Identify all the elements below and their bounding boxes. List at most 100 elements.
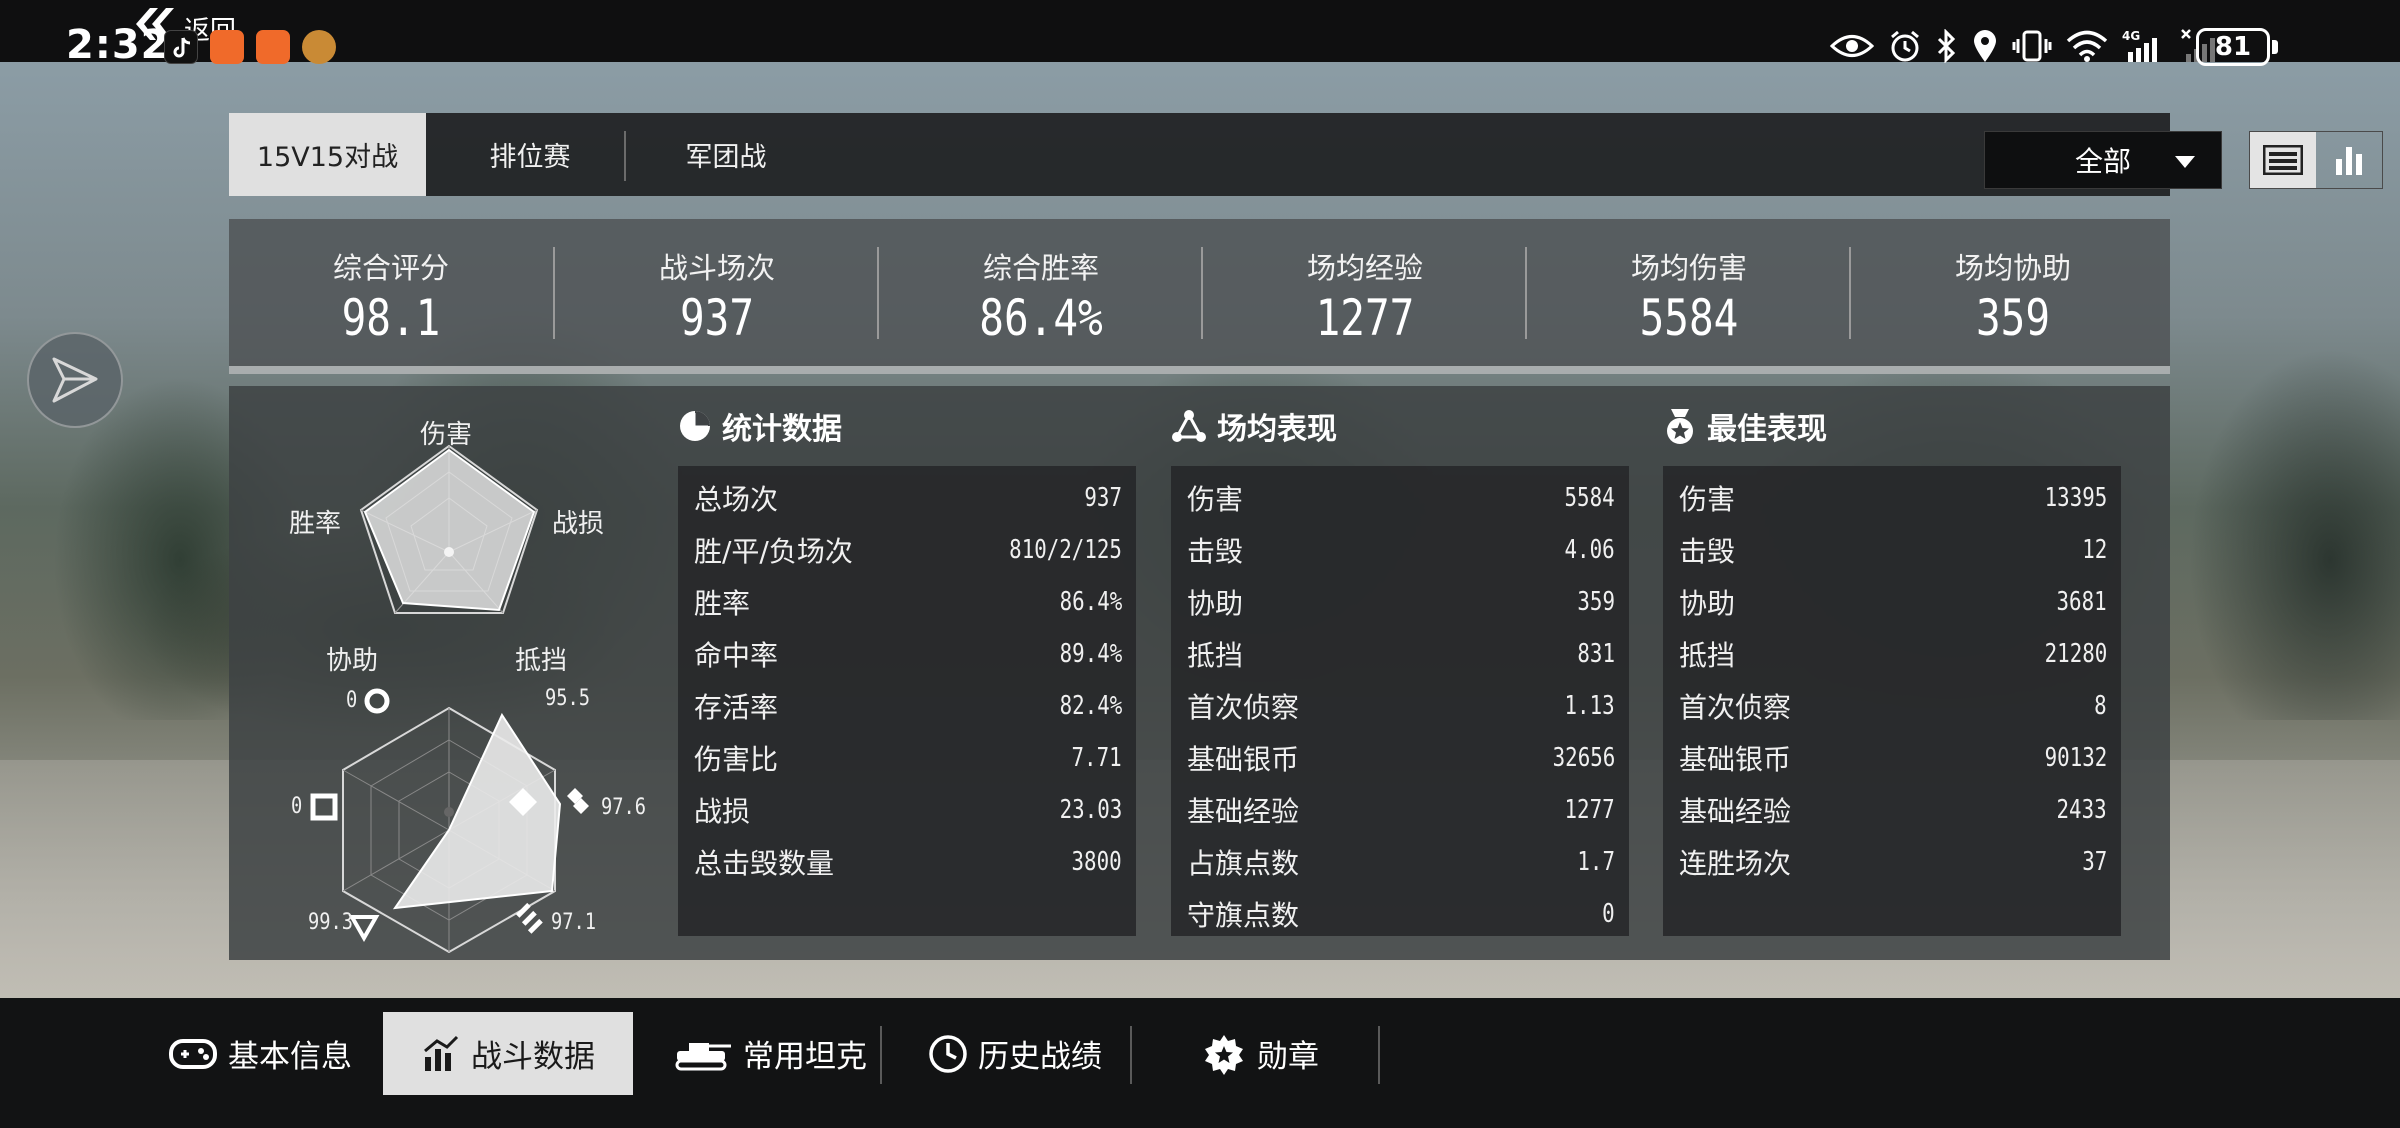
stat-name: 基础经验 (1187, 795, 1300, 828)
stat-name: 基础经验 (1679, 795, 1792, 828)
stat-value: 21280 (2044, 639, 2107, 669)
tab-legion[interactable]: 军团战 (626, 113, 826, 196)
nav-common-tanks[interactable]: 常用坦克 (660, 1012, 880, 1095)
list-item: 伤害 13395 (1663, 472, 2121, 524)
list-view-button[interactable] (2250, 132, 2316, 188)
stat-value: 4.06 (1564, 535, 1615, 565)
nav-divider (880, 1026, 882, 1084)
tank-icon (675, 1042, 731, 1070)
stat-name: 伤害 (1187, 483, 1244, 516)
stat-value: 1.13 (1564, 691, 1615, 721)
summary-value: 359 (1975, 289, 2051, 347)
nodes-icon (1172, 410, 1206, 442)
pie-chart-icon (680, 411, 710, 441)
list-item: 抵挡 21280 (1663, 628, 2121, 680)
radar-value-ring: 0 (345, 688, 358, 713)
list-item: 击毁 12 (1663, 524, 2121, 576)
stat-name: 击毁 (1679, 535, 1736, 568)
summary-value: 86.4% (979, 289, 1103, 347)
list-item: 存活率 82.4% (678, 680, 1136, 732)
nav-label: 基本信息 (228, 1039, 352, 1075)
stat-value: 82.4% (1059, 691, 1122, 721)
tab-15v15[interactable]: 15V15对战 (229, 113, 426, 196)
svg-text:4G: 4G (2122, 29, 2140, 43)
stats-section: 统计数据 总场次 937 胜/平/负场次 810/2/125 胜率 86.4% 命中率… (678, 386, 1136, 936)
stat-name: 抵挡 (1187, 639, 1244, 672)
tiktok-notification-icon (164, 30, 198, 64)
summary-label: 战斗场次 (658, 251, 775, 285)
stat-name: 基础银币 (1187, 743, 1300, 776)
eye-icon (1830, 35, 1874, 57)
battery-nub (2272, 40, 2278, 54)
stat-value: 23.03 (1059, 795, 1122, 825)
nav-label: 勋章 (1257, 1039, 1319, 1075)
send-icon (52, 357, 98, 403)
stat-value: 3800 (1071, 847, 1122, 877)
summary-stats-row: 综合评分 98.1 战斗场次 937 综合胜率 86.4% 场均经验 1277 … (229, 219, 2170, 374)
location-icon (1974, 30, 1996, 62)
signal-4g-icon: 4G (2122, 29, 2157, 62)
bar-chart-icon (2336, 147, 2362, 175)
summary-value: 937 (679, 289, 755, 347)
chart-view-button[interactable] (2316, 132, 2382, 188)
average-title: 场均表现 (1217, 412, 1337, 447)
summary-label: 综合评分 (332, 251, 449, 285)
list-item: 总击毁数量 3800 (678, 836, 1136, 888)
stat-name: 总场次 (694, 483, 779, 516)
stat-value: 3681 (2056, 587, 2107, 617)
summary-avg-damage: 场均伤害 5584 (1527, 219, 1851, 366)
stat-value: 5584 (1564, 483, 1615, 513)
app-notification-icon (210, 30, 244, 64)
list-item: 基础经验 1277 (1171, 784, 1629, 836)
stat-value: 2433 (2056, 795, 2107, 825)
nav-basic-info[interactable]: 基本信息 (160, 1012, 360, 1095)
stat-value: 8 (2094, 691, 2107, 721)
nav-battle-data[interactable]: 战斗数据 (383, 1012, 633, 1095)
bottom-nav: 基本信息 战斗数据 常用坦克 历史战绩 勋章 (0, 998, 2400, 1128)
nav-divider (1378, 1026, 1380, 1084)
list-item: 守旗点数 0 (1171, 888, 1629, 940)
list-item: 胜/平/负场次 810/2/125 (678, 524, 1136, 576)
chevron-down-icon (2175, 156, 2195, 168)
game-notification-icon (302, 30, 336, 64)
stat-value: 937 (1084, 483, 1122, 513)
list-item: 基础银币 32656 (1171, 732, 1629, 784)
list-item: 战损 23.03 (678, 784, 1136, 836)
wifi-icon (2066, 30, 2108, 62)
stat-name: 占旗点数 (1187, 847, 1300, 880)
filter-dropdown[interactable]: 全部 (1984, 131, 2222, 189)
list-item: 总场次 937 (678, 472, 1136, 524)
stat-value: 810/2/125 (1009, 535, 1122, 565)
detail-panel: 伤害 战损 抵挡 协助 胜率 95.5 97.6 97.1 99.3 0 0 统… (229, 386, 2170, 960)
list-item: 基础经验 2433 (1663, 784, 2121, 836)
stats-header: 统计数据 (678, 386, 1136, 466)
radar-value-diamond: 95.5 (544, 686, 591, 711)
best-section: 最佳表现 伤害 13395 击毁 12 协助 3681 抵挡 21280 首次侦察 8 基… (1663, 386, 2121, 936)
filter-selected-value: 全部 (2074, 145, 2131, 178)
status-icons: 4G (1830, 28, 2220, 64)
mode-tabs-bar: 15V15对战 排位赛 军团战 全部 (229, 113, 2383, 196)
stat-value: 86.4% (1059, 587, 1122, 617)
medal-icon (1205, 1034, 1243, 1075)
average-section: 场均表现 伤害 5584 击毁 4.06 协助 359 抵挡 831 首次侦察 1.13 … (1171, 386, 1629, 936)
stat-name: 胜/平/负场次 (694, 535, 853, 568)
share-float-button[interactable] (27, 332, 123, 428)
summary-rating: 综合评分 98.1 (229, 219, 553, 366)
tab-ranked[interactable]: 排位赛 (434, 113, 626, 196)
list-item: 伤害比 7.71 (678, 732, 1136, 784)
list-item: 首次侦察 1.13 (1171, 680, 1629, 732)
stat-name: 基础银币 (1679, 743, 1792, 776)
summary-battles: 战斗场次 937 (555, 219, 879, 366)
summary-value: 1277 (1315, 289, 1415, 347)
nav-history[interactable]: 历史战绩 (900, 1012, 1130, 1095)
radar-value-square: 0 (290, 794, 303, 819)
stat-name: 存活率 (694, 691, 779, 724)
stat-name: 连胜场次 (1679, 847, 1792, 880)
list-view-icon (2263, 145, 2303, 175)
stat-value: 1277 (1564, 795, 1615, 825)
stats-list: 总场次 937 胜/平/负场次 810/2/125 胜率 86.4% 命中率 89.4%… (678, 466, 1136, 936)
stat-name: 协助 (1187, 587, 1244, 620)
radar-label-assist: 协助 (326, 646, 379, 676)
summary-winrate: 综合胜率 86.4% (879, 219, 1203, 366)
nav-medals[interactable]: 勋章 (1150, 1012, 1370, 1095)
